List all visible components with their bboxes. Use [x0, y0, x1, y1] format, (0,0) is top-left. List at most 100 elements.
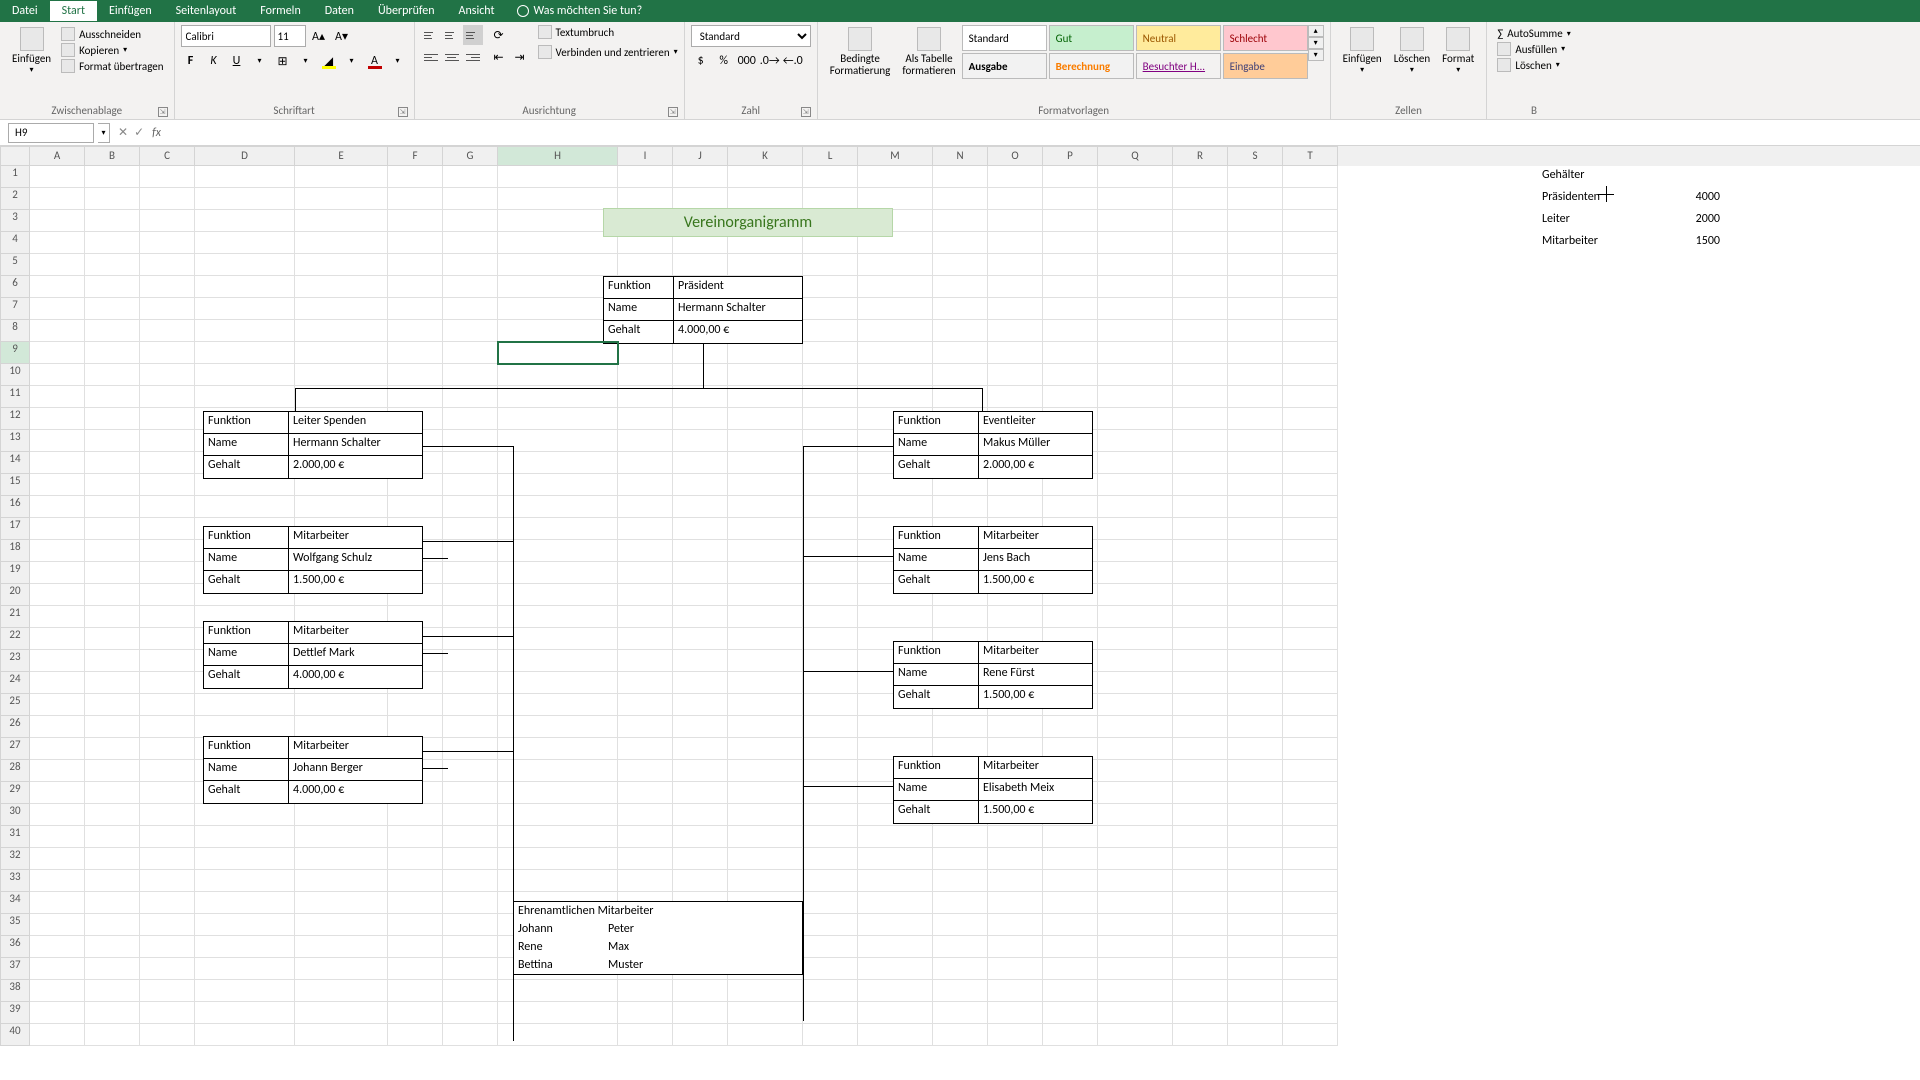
cell[interactable] — [803, 276, 858, 298]
cell[interactable] — [933, 1024, 988, 1046]
shrink-font-button[interactable]: A▾ — [332, 26, 352, 46]
cell[interactable] — [388, 694, 443, 716]
cell[interactable] — [1173, 738, 1228, 760]
cell[interactable] — [1098, 892, 1173, 914]
cell[interactable] — [1173, 782, 1228, 804]
cell[interactable] — [728, 606, 803, 628]
cell[interactable] — [140, 628, 195, 650]
cell[interactable] — [728, 254, 803, 276]
cell[interactable] — [388, 298, 443, 320]
cell[interactable] — [803, 518, 858, 540]
cell[interactable] — [30, 782, 85, 804]
cell[interactable] — [1098, 342, 1173, 364]
cell[interactable] — [85, 628, 140, 650]
cell[interactable] — [803, 1002, 858, 1024]
cell[interactable] — [443, 232, 498, 254]
cell[interactable] — [388, 892, 443, 914]
cell[interactable] — [803, 628, 858, 650]
cell[interactable] — [673, 408, 728, 430]
row-header[interactable]: 25 — [0, 694, 30, 716]
cell[interactable] — [618, 716, 673, 738]
cell[interactable] — [195, 826, 295, 848]
cell[interactable] — [30, 870, 85, 892]
cell[interactable] — [1173, 980, 1228, 1002]
cell[interactable] — [1283, 254, 1338, 276]
cell[interactable] — [295, 1002, 388, 1024]
cell[interactable] — [1283, 826, 1338, 848]
cell[interactable] — [1283, 276, 1338, 298]
cell[interactable] — [85, 716, 140, 738]
row-header[interactable]: 18 — [0, 540, 30, 562]
row-header[interactable]: 1 — [0, 166, 30, 188]
col-header[interactable]: J — [673, 146, 728, 166]
cell[interactable] — [85, 518, 140, 540]
cell[interactable] — [1228, 452, 1283, 474]
cell[interactable] — [1173, 562, 1228, 584]
cell[interactable] — [673, 716, 728, 738]
delete-cells-button[interactable]: Löschen▾ — [1388, 25, 1436, 77]
cell[interactable] — [195, 716, 295, 738]
cell[interactable] — [803, 474, 858, 496]
cell[interactable] — [85, 320, 140, 342]
col-header[interactable]: N — [933, 146, 988, 166]
cell[interactable] — [30, 496, 85, 518]
cell[interactable] — [988, 254, 1043, 276]
cell[interactable] — [1228, 936, 1283, 958]
cell[interactable] — [443, 254, 498, 276]
cell[interactable] — [988, 606, 1043, 628]
col-header[interactable]: A — [30, 146, 85, 166]
cell[interactable] — [673, 584, 728, 606]
cell[interactable] — [933, 606, 988, 628]
cell[interactable] — [498, 342, 618, 364]
cell[interactable] — [85, 980, 140, 1002]
cell[interactable] — [1283, 408, 1338, 430]
cell[interactable] — [618, 628, 673, 650]
cell[interactable] — [988, 364, 1043, 386]
cell[interactable] — [30, 650, 85, 672]
cell[interactable] — [1173, 540, 1228, 562]
cell[interactable] — [498, 760, 618, 782]
cell[interactable] — [30, 210, 85, 232]
cell[interactable] — [1173, 716, 1228, 738]
cell[interactable] — [1173, 232, 1228, 254]
cell[interactable] — [85, 166, 140, 188]
cell[interactable] — [1098, 540, 1173, 562]
cell[interactable] — [85, 386, 140, 408]
cell[interactable] — [443, 518, 498, 540]
align-left-button[interactable] — [421, 47, 441, 67]
cell[interactable] — [1228, 738, 1283, 760]
cell[interactable] — [1043, 1024, 1098, 1046]
cell[interactable] — [1228, 716, 1283, 738]
cell[interactable] — [140, 1002, 195, 1024]
cell[interactable] — [1228, 584, 1283, 606]
fill-color-button[interactable]: ◢ — [319, 51, 339, 71]
italic-button[interactable]: K — [204, 51, 224, 71]
cell[interactable] — [1283, 628, 1338, 650]
cell[interactable] — [85, 606, 140, 628]
cell[interactable] — [1098, 298, 1173, 320]
cell[interactable] — [1283, 562, 1338, 584]
cell[interactable] — [195, 364, 295, 386]
cell[interactable] — [140, 782, 195, 804]
cell[interactable] — [1098, 628, 1173, 650]
row-header[interactable]: 8 — [0, 320, 30, 342]
cell[interactable] — [1173, 606, 1228, 628]
cell[interactable] — [388, 364, 443, 386]
cell[interactable] — [498, 452, 618, 474]
cell[interactable] — [728, 1002, 803, 1024]
cell[interactable] — [1098, 584, 1173, 606]
cell[interactable] — [803, 606, 858, 628]
cell[interactable] — [443, 166, 498, 188]
cell[interactable] — [858, 826, 933, 848]
cell[interactable] — [30, 760, 85, 782]
cell[interactable] — [85, 408, 140, 430]
cell[interactable] — [498, 386, 618, 408]
row-header[interactable]: 32 — [0, 848, 30, 870]
cell[interactable] — [388, 958, 443, 980]
cell[interactable] — [988, 980, 1043, 1002]
cell[interactable] — [673, 870, 728, 892]
grid[interactable]: ABCDEFGHIJKLMNOPQRST12345678910111213141… — [0, 146, 1920, 1080]
cell[interactable] — [1098, 474, 1173, 496]
cell[interactable] — [140, 166, 195, 188]
cell[interactable] — [988, 188, 1043, 210]
